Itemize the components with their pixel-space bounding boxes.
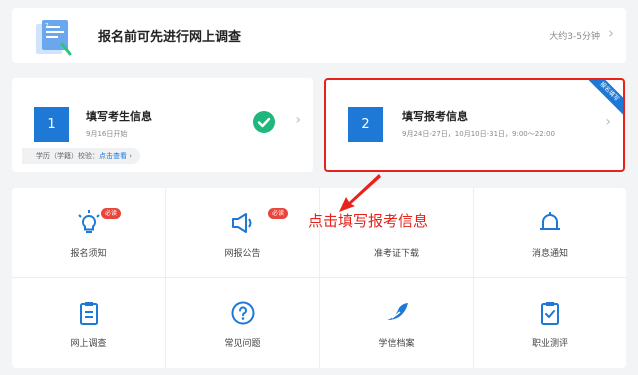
bulb-icon xyxy=(77,210,100,233)
grid-item-announcement[interactable]: 必读 网报公告 xyxy=(166,188,320,278)
chevron-right-icon: › xyxy=(129,152,133,160)
grid-item-label: 常见问题 xyxy=(224,339,261,349)
grid-item-career-test[interactable]: 职业测评 xyxy=(474,278,626,368)
question-icon xyxy=(231,301,254,325)
grid-item-faq[interactable]: 常见问题 xyxy=(166,278,320,368)
verify-link[interactable]: 点击查看 xyxy=(99,152,127,160)
grid-item-label: 职业测评 xyxy=(531,339,568,349)
svg-text:?: ? xyxy=(45,22,49,30)
grid-item-label: 报名须知 xyxy=(70,249,107,259)
grid-item-label: 学信档案 xyxy=(378,339,415,349)
survey-duration: 大约3-5分钟 xyxy=(549,32,600,42)
step-fill-application-info[interactable]: 2 填写报考信息 9月24日-27日，10月10日-31日，9:00～22:00… xyxy=(324,78,625,172)
checklist-icon xyxy=(541,302,559,325)
bell-icon xyxy=(540,212,560,230)
grid-item-label: 准考证下载 xyxy=(373,249,419,259)
step-number: 2 xyxy=(348,107,383,142)
annotation-arrow xyxy=(339,174,381,212)
survey-title: 报名前可先进行网上调查 xyxy=(98,30,242,45)
clipboard-icon xyxy=(79,302,98,325)
grid-item-records[interactable]: 学信档案 xyxy=(320,278,474,368)
grid-item-label: 网报公告 xyxy=(224,249,261,259)
must-read-badge: 必读 xyxy=(268,208,289,219)
grid-item-notice[interactable]: 必读 报名须知 xyxy=(12,188,166,278)
check-circle-icon xyxy=(253,111,275,133)
chevron-right-icon: › xyxy=(605,114,611,130)
survey-banner[interactable]: ? 报名前可先进行网上调查 大约3-5分钟 › xyxy=(12,8,626,63)
megaphone-icon xyxy=(231,213,251,233)
feather-icon xyxy=(386,303,408,320)
step-date: 9月16日开始 xyxy=(86,130,128,138)
step-number: 1 xyxy=(34,107,69,142)
grid-item-label: 网上调查 xyxy=(70,339,107,349)
annotation-text: 点击填写报考信息 xyxy=(308,212,429,230)
chevron-right-icon: › xyxy=(608,24,614,42)
step-fill-candidate-info[interactable]: 1 填写考生信息 9月16日开始 › 学历（学籍）校验：点击查看 › xyxy=(12,78,313,172)
step-date: 9月24日-27日，10月10日-31日，9:00～22:00 xyxy=(402,130,555,138)
grid-item-label: 消息通知 xyxy=(531,249,568,259)
step-title: 填写考生信息 xyxy=(86,110,152,123)
verify-pill[interactable]: 学历（学籍）校验：点击查看 › xyxy=(22,148,141,164)
chevron-right-icon: › xyxy=(295,112,301,128)
grid-item-survey[interactable]: 网上调查 xyxy=(12,278,166,368)
verify-label: 学历（学籍）校验： xyxy=(36,152,99,160)
survey-document-icon: ? xyxy=(36,20,72,56)
step-title: 填写报考信息 xyxy=(402,110,468,123)
grid-item-notifications[interactable]: 消息通知 xyxy=(474,188,626,278)
must-read-badge: 必读 xyxy=(101,208,122,219)
corner-ribbon: 报名填写 xyxy=(582,80,623,119)
